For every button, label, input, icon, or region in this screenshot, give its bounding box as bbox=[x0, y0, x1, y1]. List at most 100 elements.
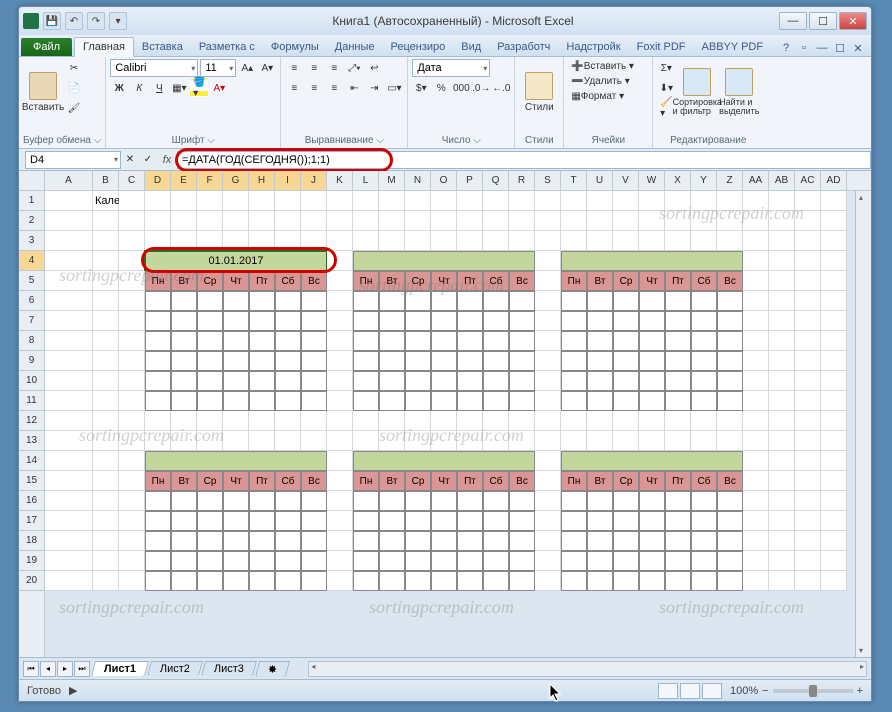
cell-AB2[interactable] bbox=[769, 211, 795, 231]
view-pagebreak-button[interactable] bbox=[702, 683, 722, 699]
cell-Q10[interactable] bbox=[483, 371, 509, 391]
cell-H1[interactable] bbox=[249, 191, 275, 211]
cell-W7[interactable] bbox=[639, 311, 665, 331]
cell-U11[interactable] bbox=[587, 391, 613, 411]
cell-P6[interactable] bbox=[457, 291, 483, 311]
cell-U9[interactable] bbox=[587, 351, 613, 371]
cell-M17[interactable] bbox=[379, 511, 405, 531]
cell-N7[interactable] bbox=[405, 311, 431, 331]
cell-V19[interactable] bbox=[613, 551, 639, 571]
column-header-A[interactable]: A bbox=[45, 171, 93, 190]
cell-M8[interactable] bbox=[379, 331, 405, 351]
cell-K15[interactable] bbox=[327, 471, 353, 491]
cell-M3[interactable] bbox=[379, 231, 405, 251]
cell-F1[interactable] bbox=[197, 191, 223, 211]
cell-AB17[interactable] bbox=[769, 511, 795, 531]
cell-W1[interactable] bbox=[639, 191, 665, 211]
cell-E18[interactable] bbox=[171, 531, 197, 551]
row-header-11[interactable]: 11 bbox=[19, 391, 44, 411]
cell-S6[interactable] bbox=[535, 291, 561, 311]
column-header-N[interactable]: N bbox=[405, 171, 431, 190]
cell-O15[interactable]: Чт bbox=[431, 471, 457, 491]
cell-T6[interactable] bbox=[561, 291, 587, 311]
cell-D2[interactable] bbox=[145, 211, 171, 231]
tab-abbyy[interactable]: ABBYY PDF bbox=[694, 38, 772, 56]
cell-S15[interactable] bbox=[535, 471, 561, 491]
cell-AC12[interactable] bbox=[795, 411, 821, 431]
cell-AD18[interactable] bbox=[821, 531, 847, 551]
cell-R18[interactable] bbox=[509, 531, 535, 551]
cell-V17[interactable] bbox=[613, 511, 639, 531]
align-middle-button[interactable]: ≡ bbox=[305, 59, 323, 77]
cell-A6[interactable] bbox=[45, 291, 93, 311]
cell-H5[interactable]: Пт bbox=[249, 271, 275, 291]
cell-L3[interactable] bbox=[353, 231, 379, 251]
cell-S14[interactable] bbox=[535, 451, 561, 471]
column-header-U[interactable]: U bbox=[587, 171, 613, 190]
cell-N3[interactable] bbox=[405, 231, 431, 251]
cell-AA16[interactable] bbox=[743, 491, 769, 511]
cell-B16[interactable] bbox=[93, 491, 119, 511]
cell-M19[interactable] bbox=[379, 551, 405, 571]
cell-AC4[interactable] bbox=[795, 251, 821, 271]
cell-AA4[interactable] bbox=[743, 251, 769, 271]
cell-T17[interactable] bbox=[561, 511, 587, 531]
cell-M13[interactable] bbox=[379, 431, 405, 451]
cell-P12[interactable] bbox=[457, 411, 483, 431]
cell-A17[interactable] bbox=[45, 511, 93, 531]
cell-J13[interactable] bbox=[301, 431, 327, 451]
cell-Z10[interactable] bbox=[717, 371, 743, 391]
cell-T7[interactable] bbox=[561, 311, 587, 331]
cell-N1[interactable] bbox=[405, 191, 431, 211]
doc-minimize-icon[interactable]: — bbox=[815, 42, 829, 56]
cell-I6[interactable] bbox=[275, 291, 301, 311]
cell-F20[interactable] bbox=[197, 571, 223, 591]
cell-D14[interactable] bbox=[145, 451, 327, 471]
cell-N20[interactable] bbox=[405, 571, 431, 591]
cell-R12[interactable] bbox=[509, 411, 535, 431]
cell-Z20[interactable] bbox=[717, 571, 743, 591]
tab-formulas[interactable]: Формулы bbox=[263, 38, 327, 56]
cell-J20[interactable] bbox=[301, 571, 327, 591]
cell-J10[interactable] bbox=[301, 371, 327, 391]
cell-S11[interactable] bbox=[535, 391, 561, 411]
cell-A7[interactable] bbox=[45, 311, 93, 331]
cell-E12[interactable] bbox=[171, 411, 197, 431]
increase-indent-button[interactable]: ⇥ bbox=[365, 79, 383, 97]
cell-L15[interactable]: Пн bbox=[353, 471, 379, 491]
cell-I11[interactable] bbox=[275, 391, 301, 411]
find-select-button[interactable]: Найти и выделить bbox=[719, 59, 759, 125]
cell-S2[interactable] bbox=[535, 211, 561, 231]
cell-Y12[interactable] bbox=[691, 411, 717, 431]
cell-N10[interactable] bbox=[405, 371, 431, 391]
cell-S12[interactable] bbox=[535, 411, 561, 431]
cell-G18[interactable] bbox=[223, 531, 249, 551]
cell-D4[interactable]: 01.01.2017 bbox=[145, 251, 327, 271]
column-header-I[interactable]: I bbox=[275, 171, 301, 190]
cell-Z9[interactable] bbox=[717, 351, 743, 371]
cell-X8[interactable] bbox=[665, 331, 691, 351]
cell-F8[interactable] bbox=[197, 331, 223, 351]
column-header-O[interactable]: O bbox=[431, 171, 457, 190]
cell-O11[interactable] bbox=[431, 391, 457, 411]
cell-K10[interactable] bbox=[327, 371, 353, 391]
qat-redo-button[interactable]: ↷ bbox=[87, 12, 105, 30]
cell-T19[interactable] bbox=[561, 551, 587, 571]
cell-B11[interactable] bbox=[93, 391, 119, 411]
cell-T16[interactable] bbox=[561, 491, 587, 511]
cell-A9[interactable] bbox=[45, 351, 93, 371]
file-tab[interactable]: Файл bbox=[21, 38, 72, 56]
cell-Y11[interactable] bbox=[691, 391, 717, 411]
cell-G12[interactable] bbox=[223, 411, 249, 431]
cell-B1[interactable]: Календарь на 2017 год bbox=[93, 191, 119, 211]
cell-C20[interactable] bbox=[119, 571, 145, 591]
cell-Z5[interactable]: Вс bbox=[717, 271, 743, 291]
cell-I1[interactable] bbox=[275, 191, 301, 211]
cell-J5[interactable]: Вс bbox=[301, 271, 327, 291]
cell-AD1[interactable] bbox=[821, 191, 847, 211]
cell-Q12[interactable] bbox=[483, 411, 509, 431]
cell-AB12[interactable] bbox=[769, 411, 795, 431]
cell-AC10[interactable] bbox=[795, 371, 821, 391]
cell-D16[interactable] bbox=[145, 491, 171, 511]
cell-G1[interactable] bbox=[223, 191, 249, 211]
